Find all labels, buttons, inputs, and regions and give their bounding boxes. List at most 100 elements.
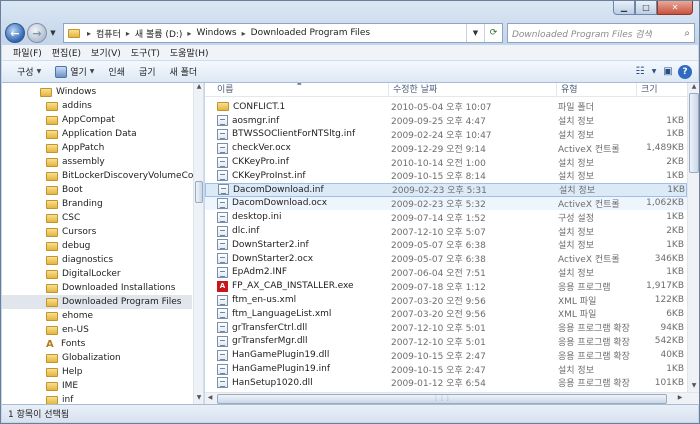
file-list-horizontal-scrollbar[interactable]: ◀ ⋮⋮⋮ ▶ xyxy=(205,392,699,404)
column-header-date[interactable]: 수정한 날짜 xyxy=(389,83,557,97)
breadcrumb-volume[interactable]: 새 볼륨 (D:) xyxy=(133,27,185,40)
help-icon[interactable]: ? xyxy=(678,64,692,79)
breadcrumb-chevron-icon[interactable]: ▸ xyxy=(84,29,94,38)
tree-item-label: Cursors xyxy=(62,227,97,237)
tree-item[interactable]: AppPatch xyxy=(2,141,192,155)
menu-help[interactable]: 도움말(H) xyxy=(165,46,214,59)
tree-item[interactable]: inf xyxy=(2,393,192,404)
preview-pane-icon[interactable]: ▣ xyxy=(658,66,678,77)
refresh-icon[interactable]: ⟳ xyxy=(484,24,502,42)
organize-button[interactable]: 구성 ▼ xyxy=(10,61,48,82)
tree-item[interactable]: assembly xyxy=(2,155,192,169)
tree-item[interactable]: addins xyxy=(2,99,192,113)
tree-item[interactable]: Help xyxy=(2,365,192,379)
file-date: 2009-02-24 오후 10:47 xyxy=(391,130,492,141)
tree-item[interactable]: Branding xyxy=(2,197,192,211)
minimize-button[interactable]: ▁ xyxy=(613,1,635,15)
tree-item[interactable]: CSC xyxy=(2,211,192,225)
tree-item-label: Downloaded Installations xyxy=(62,283,176,293)
close-button[interactable]: ✕ xyxy=(657,1,693,15)
file-row[interactable]: ftm_en-us.xml 2007-03-20 오전 9:56 XML 파일 122… xyxy=(205,293,687,307)
file-row-selected[interactable]: DacomDownload.inf 2009-02-23 오후 5:31 설치 정보… xyxy=(205,182,687,197)
scroll-down-icon[interactable]: ▼ xyxy=(194,394,203,404)
breadcrumb-chevron-icon[interactable]: ▸ xyxy=(239,29,249,38)
view-dropdown-icon[interactable]: ▼ xyxy=(650,68,658,75)
scroll-up-icon[interactable]: ▲ xyxy=(688,83,699,93)
file-type: 설치 정보 xyxy=(558,158,594,169)
file-row[interactable]: DacomDownload.ocx 2009-02-23 오후 5:32 Activ… xyxy=(205,196,687,211)
burn-button[interactable]: 굽기 xyxy=(132,61,163,82)
breadcrumb-chevron-icon[interactable]: ▸ xyxy=(123,29,133,38)
tree-item[interactable]: IME xyxy=(2,379,192,393)
file-name: DownStarter2.ocx xyxy=(232,253,314,264)
file-row[interactable]: checkVer.ocx 2009-12-29 오전 9:14 ActiveX 컨트… xyxy=(205,141,687,155)
tree-item[interactable]: debug xyxy=(2,239,192,253)
file-row[interactable]: HanSetup1020.dll 2009-01-12 오후 6:54 응용 프로그… xyxy=(205,376,687,390)
file-row[interactable]: EpAdm2.INF 2007-06-04 오전 7:51 설치 정보 1KB xyxy=(205,266,687,280)
tree-item[interactable]: Globalization xyxy=(2,351,192,365)
file-row[interactable]: desktop.ini 2009-07-14 오후 1:52 구성 설정 1KB xyxy=(205,210,687,224)
tree-item[interactable]: DigitalLocker xyxy=(2,267,192,281)
breadcrumb-chevron-icon[interactable]: ▸ xyxy=(184,29,194,38)
tree-item[interactable]: Boot xyxy=(2,183,192,197)
file-list-vertical-scrollbar[interactable]: ▲ ▼ xyxy=(687,83,699,392)
file-row[interactable]: BTWSSOClientForNTSltg.inf 2009-02-24 오후 1… xyxy=(205,128,687,142)
breadcrumb-windows[interactable]: Windows xyxy=(194,28,238,38)
file-row[interactable]: CONFLICT.1 2010-05-04 오후 10:07 파일 폴더 xyxy=(205,100,687,114)
file-row[interactable]: grTransferMgr.dll 2007-12-10 오후 5:01 응용 프로… xyxy=(205,335,687,349)
file-row[interactable]: CKKeyPro.inf 2010-10-14 오전 1:00 설치 정보 2KB xyxy=(205,155,687,169)
menu-tools[interactable]: 도구(T) xyxy=(126,46,165,59)
tree-item[interactable]: BitLockerDiscoveryVolumeContents xyxy=(2,169,203,183)
column-header-type[interactable]: 유형 xyxy=(557,83,637,97)
address-dropdown-icon[interactable]: ▼ xyxy=(466,24,484,42)
search-icon[interactable]: ⌕ xyxy=(684,28,690,39)
tree-item[interactable]: AppCompat xyxy=(2,113,192,127)
back-button[interactable]: ← xyxy=(5,23,25,43)
breadcrumb-current[interactable]: Downloaded Program Files xyxy=(249,28,372,38)
scroll-right-icon[interactable]: ▶ xyxy=(675,394,685,401)
file-name: EpAdm2.INF xyxy=(232,267,288,278)
tree-item[interactable]: diagnostics xyxy=(2,253,192,267)
tree-item[interactable]: Application Data xyxy=(2,127,192,141)
scroll-thumb[interactable] xyxy=(195,181,203,203)
file-row[interactable]: CKKeyProInst.inf 2009-10-15 오후 8:14 설치 정보 1… xyxy=(205,169,687,183)
file-row[interactable]: ftm_LanguageList.xml 2007-03-20 오전 9:56 XM… xyxy=(205,307,687,321)
menu-edit[interactable]: 편집(E) xyxy=(47,46,86,59)
search-input[interactable]: Downloaded Program Files 검색 xyxy=(512,27,652,40)
maximize-button[interactable]: □ xyxy=(635,1,657,15)
scroll-down-icon[interactable]: ▼ xyxy=(688,382,699,392)
new-folder-button[interactable]: 새 폴더 xyxy=(163,61,205,82)
tree-item[interactable]: Cursors xyxy=(2,225,192,239)
file-row[interactable]: DownStarter2.inf 2009-05-07 오후 6:38 설치 정보 1… xyxy=(205,238,687,252)
tree-item[interactable]: A Fonts xyxy=(2,337,192,351)
breadcrumb-computer[interactable]: 컴퓨터 xyxy=(94,27,123,40)
scroll-left-icon[interactable]: ◀ xyxy=(205,394,215,401)
forward-button[interactable]: → xyxy=(27,23,47,43)
menu-view[interactable]: 보기(V) xyxy=(86,46,126,59)
tree-item-selected[interactable]: Downloaded Program Files xyxy=(2,295,192,309)
scroll-thumb[interactable] xyxy=(689,93,699,173)
scroll-up-icon[interactable]: ▲ xyxy=(194,83,203,93)
tree-item[interactable]: ehome xyxy=(2,309,192,323)
tree-item[interactable]: en-US xyxy=(2,323,192,337)
recent-pages-dropdown[interactable]: ▼ xyxy=(47,29,59,37)
print-button[interactable]: 인쇄 xyxy=(101,61,132,82)
address-bar[interactable]: ▸ 컴퓨터 ▸ 새 볼륨 (D:) ▸ Windows ▸ Downloaded… xyxy=(63,23,503,43)
file-row[interactable]: HanGamePlugin19.inf 2009-10-15 오후 2:47 설치 … xyxy=(205,362,687,376)
tree-item[interactable]: Windows xyxy=(2,85,192,99)
open-button[interactable]: 열기 ▼ xyxy=(48,61,101,82)
tree-item[interactable]: Downloaded Installations xyxy=(2,281,192,295)
file-row[interactable]: HanGamePlugin19.dll 2009-10-15 오후 2:47 응용 … xyxy=(205,348,687,362)
file-row[interactable]: grTransferCtrl.dll 2007-12-10 오후 5:01 응용 프… xyxy=(205,321,687,335)
file-row[interactable]: DownStarter2.ocx 2009-05-07 오후 6:38 Active… xyxy=(205,252,687,266)
search-box[interactable]: Downloaded Program Files 검색 ⌕ xyxy=(507,23,695,43)
column-header-size[interactable]: 크기 xyxy=(637,83,687,97)
file-row[interactable]: dlc.inf 2007-12-10 오후 5:07 설치 정보 2KB xyxy=(205,224,687,238)
menu-file[interactable]: 파일(F) xyxy=(8,46,47,59)
file-row[interactable]: A FP_AX_CAB_INSTALLER.exe 2009-07-18 오후 1:… xyxy=(205,279,687,293)
file-row[interactable]: aosmgr.inf 2009-09-25 오후 4:47 설치 정보 1KB xyxy=(205,114,687,128)
view-options-icon[interactable]: ☷ xyxy=(630,66,650,77)
fonts-folder-icon: A xyxy=(46,338,54,350)
file-icon xyxy=(217,335,228,347)
navigation-scrollbar[interactable]: ▲ ▼ xyxy=(193,83,203,404)
